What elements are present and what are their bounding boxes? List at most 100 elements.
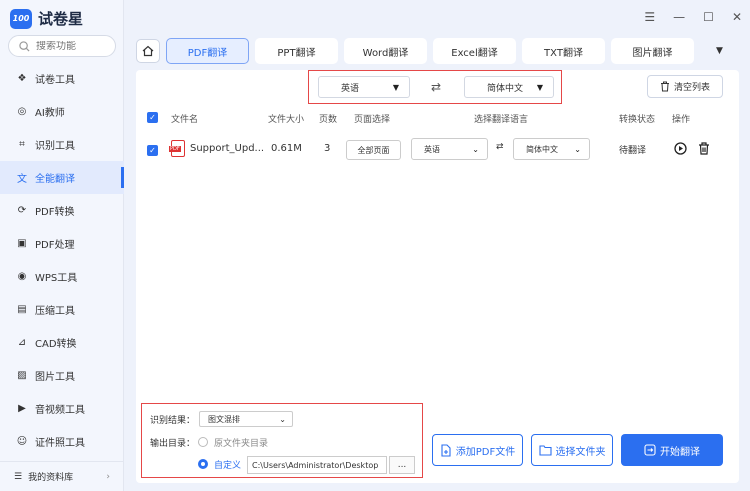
sidebar-item-label: AI教师 <box>35 108 65 119</box>
caret-down-icon: ▼ <box>392 82 399 92</box>
sidebar-item-layers[interactable]: ❖ 试卷工具 <box>0 62 124 95</box>
folder-icon <box>538 445 552 456</box>
translate-icon <box>644 444 656 456</box>
row-source-language-select[interactable]: 英语 ⌄ <box>411 138 488 160</box>
table-header: ✓ 文件名 文件大小 页数 页面选择 选择翻译语言 转换状态 操作 <box>136 108 739 128</box>
home-icon <box>142 45 154 57</box>
sidebar-item-label: 试卷工具 <box>35 75 75 86</box>
swap-icon: ⇄ <box>496 142 504 152</box>
tab-image-translate[interactable]: 图片翻译 <box>611 38 694 64</box>
clear-list-button[interactable]: 清空列表 <box>647 75 723 98</box>
image-icon: ▨ <box>17 370 27 381</box>
recognition-label: 识别结果： <box>150 416 196 426</box>
search-input[interactable] <box>36 40 106 52</box>
sidebar-item-library[interactable]: ☰ 我的资料库 › <box>0 461 124 491</box>
cad-icon: ⊿ <box>17 337 27 348</box>
wps-icon: ◉ <box>17 271 27 282</box>
close-icon[interactable]: ✕ <box>732 10 742 24</box>
recognition-select[interactable]: 图文混排 ⌄ <box>199 411 293 427</box>
select-folder-label: 选择文件夹 <box>555 446 606 458</box>
compress-icon: ▤ <box>17 304 27 315</box>
source-language-select[interactable]: 英语 ▼ <box>318 76 410 98</box>
radio-original-folder[interactable] <box>198 437 208 447</box>
trash-icon <box>660 81 669 92</box>
play-icon[interactable] <box>674 142 687 155</box>
table-row[interactable]: ✓ PDF Support_Upd... 0.61M 3 全部页面 英语 ⌄ ⇄… <box>136 134 739 166</box>
layers-icon: ❖ <box>17 73 27 84</box>
menu-icon[interactable]: ☰ <box>644 10 655 24</box>
header-ops: 操作 <box>672 115 691 125</box>
header-page-select: 页面选择 <box>354 115 391 125</box>
sidebar-item-label: 音视频工具 <box>35 405 85 416</box>
logo-icon: 100 <box>10 8 32 29</box>
sidebar-item-label: 识别工具 <box>35 141 75 152</box>
sidebar-item-convert[interactable]: ⟳ PDF转换 <box>0 194 124 227</box>
delete-icon[interactable] <box>698 142 710 155</box>
row-checkbox[interactable]: ✓ <box>147 145 158 156</box>
sidebar-item-image[interactable]: ▨ 图片工具 <box>0 359 124 392</box>
tab-word-translate[interactable]: Word翻译 <box>344 38 427 64</box>
tab-txt-translate[interactable]: TXT翻译 <box>522 38 605 64</box>
output-settings: 识别结果： 图文混排 ⌄ 输出目录： 原文件夹目录 自定义 ... <box>141 403 423 478</box>
page-select-button[interactable]: 全部页面 <box>346 140 401 160</box>
search-box[interactable] <box>8 35 116 57</box>
tab-ppt-translate[interactable]: PPT翻译 <box>255 38 338 64</box>
select-all-checkbox[interactable]: ✓ <box>147 112 158 123</box>
sidebar-item-media[interactable]: ▶ 音视频工具 <box>0 392 124 425</box>
minimize-icon[interactable]: — <box>673 10 685 24</box>
add-pdf-label: 添加PDF文件 <box>455 446 516 458</box>
sidebar-item-translate[interactable]: 文全能翻译 <box>0 161 124 194</box>
output-path-input[interactable] <box>247 456 387 474</box>
sidebar-item-label: 图片工具 <box>35 372 75 383</box>
more-tabs-icon[interactable]: ▼ <box>716 46 723 56</box>
window-controls: ☰ — ☐ ✕ <box>644 10 742 24</box>
maximize-icon[interactable]: ☐ <box>703 10 714 24</box>
library-label: 我的资料库 <box>28 473 74 483</box>
caret-down-icon: ▼ <box>536 82 543 92</box>
clear-list-label: 清空列表 <box>673 83 710 93</box>
tab-pdf-translate[interactable]: PDF翻译 <box>166 38 249 64</box>
radio-custom-folder[interactable] <box>198 459 208 469</box>
recognition-value: 图文混排 <box>208 414 240 424</box>
pdf-file-icon: PDF <box>169 140 185 157</box>
start-translate-button[interactable]: 开始翻译 <box>621 434 723 466</box>
chevron-down-icon: ⌄ <box>472 144 479 154</box>
row-source-language: 英语 <box>424 144 440 154</box>
row-status: 待翻译 <box>619 146 647 156</box>
media-icon: ▶ <box>18 403 26 414</box>
target-language-select[interactable]: 简体中文 ▼ <box>464 76 554 98</box>
start-translate-label: 开始翻译 <box>660 446 700 458</box>
sidebar-item-scan[interactable]: ⌗ 识别工具 <box>0 128 124 161</box>
sidebar-item-cad[interactable]: ⊿ CAD转换 <box>0 326 124 359</box>
header-filesize: 文件大小 <box>268 115 305 125</box>
translate-icon: 文 <box>17 174 27 185</box>
sidebar-item-label: PDF处理 <box>35 240 75 251</box>
browse-button[interactable]: ... <box>389 456 415 474</box>
header-language: 选择翻译语言 <box>474 115 529 125</box>
search-icon <box>19 40 30 52</box>
output-dir-label: 输出目录： <box>150 439 196 449</box>
sidebar-item-label: PDF转换 <box>35 207 75 218</box>
sidebar-item-id-photo[interactable]: ☺ 证件照工具 <box>0 425 124 458</box>
sidebar: 100 试卷星 ❖ 试卷工具 ◎ AI教师 ⌗ 识别工具文全能翻译 ⟳ PDF转换 ▣ PDF处理… <box>0 0 124 491</box>
add-pdf-button[interactable]: 添加PDF文件 <box>432 434 523 466</box>
sidebar-item-wps[interactable]: ◉ WPS工具 <box>0 260 124 293</box>
bottom-bar: 识别结果： 图文混排 ⌄ 输出目录： 原文件夹目录 自定义 ... 添加PDF文… <box>136 398 739 483</box>
swap-language-icon[interactable]: ⇄ <box>431 80 441 94</box>
home-button[interactable] <box>136 39 160 63</box>
target-language-value: 简体中文 <box>487 83 524 94</box>
sidebar-item-pdf-process[interactable]: ▣ PDF处理 <box>0 227 124 260</box>
row-target-language-select[interactable]: 简体中文 ⌄ <box>513 138 590 160</box>
sidebar-item-compress[interactable]: ▤ 压缩工具 <box>0 293 124 326</box>
sidebar-item-label: 全能翻译 <box>35 174 75 185</box>
select-folder-button[interactable]: 选择文件夹 <box>531 434 613 466</box>
sidebar-item-label: 证件照工具 <box>35 438 85 449</box>
convert-icon: ⟳ <box>17 205 27 216</box>
sidebar-item-ai[interactable]: ◎ AI教师 <box>0 95 124 128</box>
tab-bar: PDF翻译 PPT翻译 Word翻译 Excel翻译 TXT翻译 图片翻译 ▼ <box>136 38 723 64</box>
sidebar-item-label: CAD转换 <box>35 339 77 350</box>
chevron-right-icon: › <box>106 471 110 482</box>
app-name: 试卷星 <box>38 10 84 28</box>
tab-excel-translate[interactable]: Excel翻译 <box>433 38 516 64</box>
add-file-icon <box>441 443 451 457</box>
